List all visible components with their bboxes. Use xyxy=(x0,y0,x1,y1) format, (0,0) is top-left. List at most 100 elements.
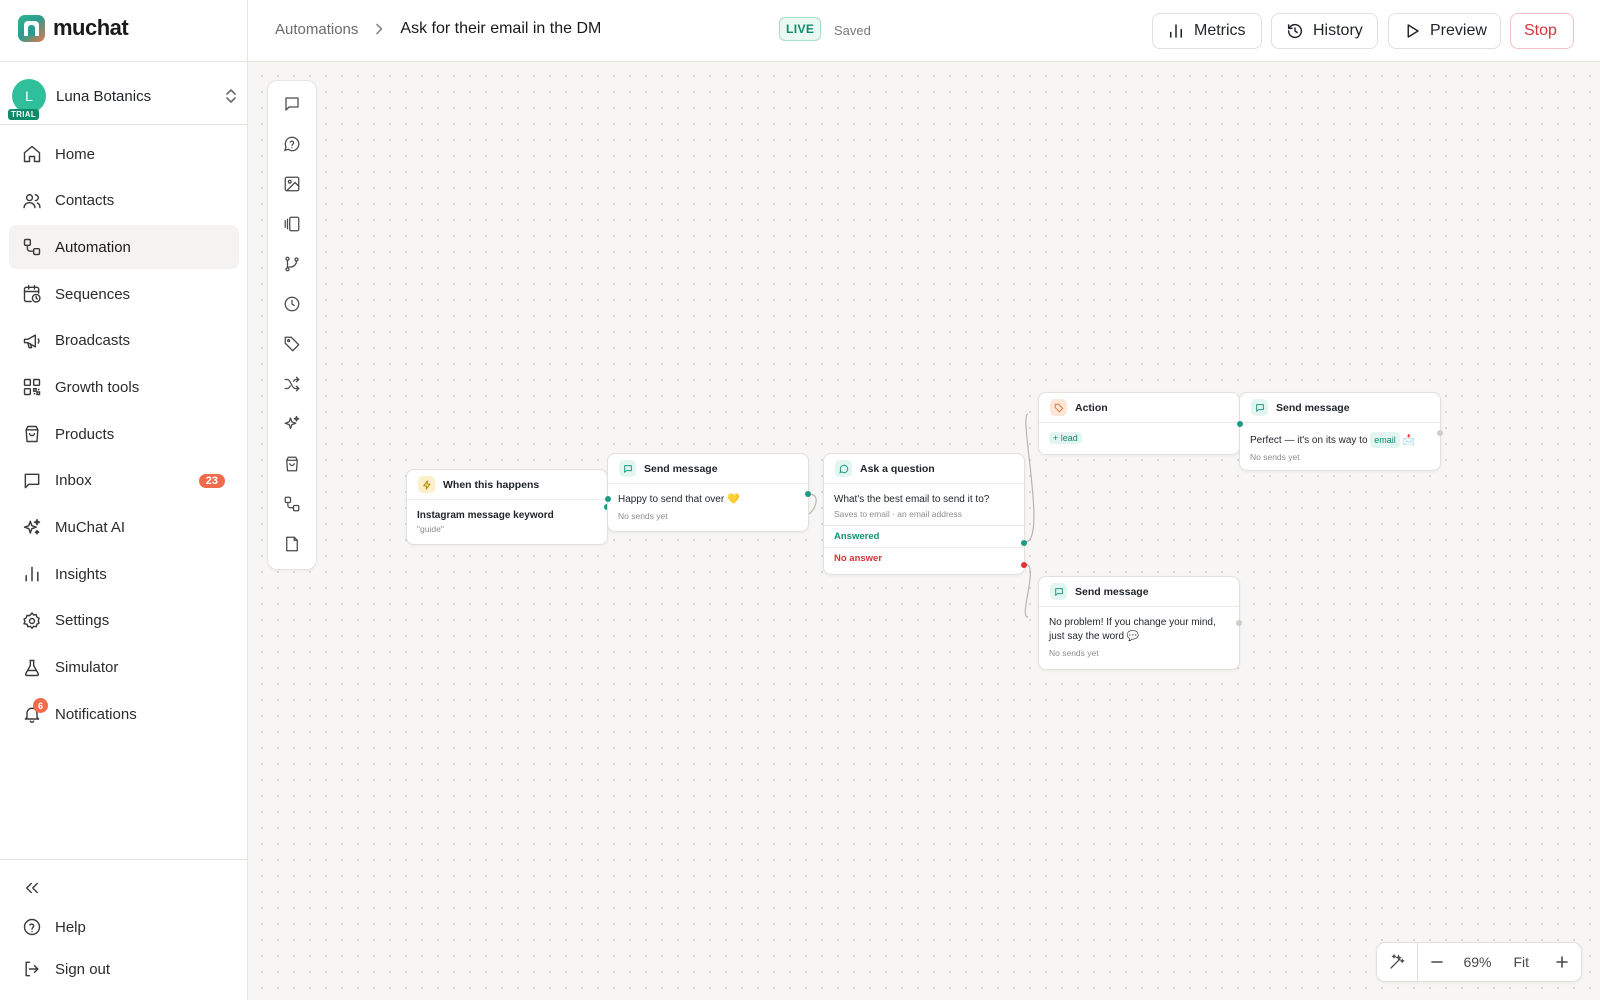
node-header: Action xyxy=(1039,393,1239,423)
node-header: Send message xyxy=(1039,577,1239,607)
help-circle-icon xyxy=(22,917,42,937)
shopping-bag-icon xyxy=(283,455,301,473)
send-message-node[interactable]: Send message Perfect — it's on its way t… xyxy=(1237,392,1443,471)
automation-icon xyxy=(283,495,301,513)
message-text: Happy to send that over 💛 xyxy=(618,494,740,505)
sidebar-item-label: Products xyxy=(55,425,115,443)
sidebar-item-label: Sequences xyxy=(55,285,131,303)
answered-port[interactable] xyxy=(1021,540,1027,546)
divider xyxy=(0,124,248,125)
message-text: Perfect — it's on its way to email 📩 xyxy=(1250,432,1430,448)
message-icon xyxy=(1251,399,1268,416)
sidebar-item-label: Contacts xyxy=(55,192,115,210)
output-port[interactable] xyxy=(1437,430,1443,436)
lightning-icon xyxy=(418,476,435,493)
sidebar-item-home[interactable]: Home xyxy=(9,132,239,176)
sidebar-item-contacts[interactable]: Contacts xyxy=(9,179,239,223)
output-port[interactable] xyxy=(1236,620,1242,626)
add-image-block[interactable] xyxy=(268,164,316,204)
workspace-switcher[interactable]: L TRIAL Luna Botanics xyxy=(8,76,238,120)
message-text: No problem! If you change your mind, jus… xyxy=(1049,617,1216,642)
page-title[interactable]: Ask for their email in the DM xyxy=(400,20,601,38)
auto-layout-button[interactable] xyxy=(1377,943,1418,981)
shuffle-icon xyxy=(283,375,301,393)
metrics-button[interactable]: Metrics xyxy=(1152,13,1262,49)
sidebar-item-label: Home xyxy=(55,145,96,163)
message-icon xyxy=(619,460,636,477)
add-ai-block[interactable] xyxy=(268,404,316,444)
add-condition-block[interactable] xyxy=(268,244,316,284)
add-tag-chip: + lead xyxy=(1049,432,1082,444)
divider xyxy=(0,859,248,860)
message-icon xyxy=(283,95,301,113)
node-title: Send message xyxy=(1276,401,1350,414)
sidebar: muchat L TRIAL Luna Botanics Home Contac… xyxy=(0,0,248,1000)
send-stats: No sends yet xyxy=(618,511,668,521)
sidebar-item-broadcasts[interactable]: Broadcasts xyxy=(9,319,239,363)
answered-branch[interactable]: Answered xyxy=(824,525,1024,547)
ask-question-node[interactable]: Ask a question What's the best email to … xyxy=(823,453,1027,575)
stop-button[interactable]: Stop xyxy=(1510,13,1574,49)
send-message-node[interactable]: Send message Happy to send that over 💛 N… xyxy=(605,453,811,532)
sidebar-item-simulator[interactable]: Simulator xyxy=(9,646,239,690)
sidebar-item-automation[interactable]: Automation xyxy=(9,225,239,270)
question-icon xyxy=(283,135,301,153)
flask-icon xyxy=(22,658,42,678)
add-randomizer-block[interactable] xyxy=(268,364,316,404)
breadcrumb-automations-link[interactable]: Automations xyxy=(275,21,358,38)
add-product-block[interactable] xyxy=(268,444,316,484)
megaphone-icon xyxy=(22,331,42,351)
action-node[interactable]: Action + lead xyxy=(1038,392,1240,455)
sidebar-item-products[interactable]: Products xyxy=(9,412,239,456)
output-port[interactable] xyxy=(805,491,811,497)
sidebar-item-label: MuChat AI xyxy=(55,519,126,536)
add-automation-block[interactable] xyxy=(268,484,316,524)
node-header: Ask a question xyxy=(824,454,1024,484)
node-title: Action xyxy=(1075,401,1108,414)
preview-button[interactable]: Preview xyxy=(1388,13,1501,49)
sidebar-item-inbox[interactable]: Inbox 23 xyxy=(9,459,239,503)
sidebar-item-settings[interactable]: Settings xyxy=(9,599,239,643)
history-label: History xyxy=(1313,22,1363,39)
input-port[interactable] xyxy=(605,496,611,502)
sidebar-item-muchat-ai[interactable]: MuChat AI xyxy=(9,506,239,550)
trial-badge: TRIAL xyxy=(8,109,40,120)
trigger-node[interactable]: When this happens Instagram message keyw… xyxy=(406,469,610,545)
zoom-in-button[interactable] xyxy=(1543,943,1581,981)
sidebar-item-insights[interactable]: Insights xyxy=(9,552,239,596)
sidebar-item-notifications[interactable]: 6 Notifications xyxy=(9,692,239,736)
status-badge: LIVE xyxy=(779,17,822,41)
node-header: Send message xyxy=(608,454,808,484)
history-button[interactable]: History xyxy=(1271,13,1378,49)
collapse-sidebar-button[interactable] xyxy=(9,870,239,906)
sidebar-item-sign-out[interactable]: Sign out xyxy=(9,948,239,990)
add-delay-block[interactable] xyxy=(268,284,316,324)
node-title: Send message xyxy=(1075,585,1149,598)
add-tag-block[interactable] xyxy=(268,324,316,364)
top-bar: Automations Ask for their email in the D… xyxy=(248,0,1600,62)
input-port[interactable] xyxy=(1237,421,1243,427)
calendar-clock-icon xyxy=(22,284,42,304)
fit-view-button[interactable]: Fit xyxy=(1499,954,1543,970)
add-note-block[interactable] xyxy=(268,524,316,564)
zoom-out-button[interactable] xyxy=(1418,943,1456,981)
sidebar-item-label: Simulator xyxy=(55,659,119,677)
sidebar-item-help[interactable]: Help xyxy=(9,906,239,948)
sidebar-item-growth-tools[interactable]: Growth tools xyxy=(9,365,239,409)
app-logo[interactable]: muchat xyxy=(18,14,129,42)
add-carousel-block[interactable] xyxy=(268,204,316,244)
shopping-bag-icon xyxy=(22,424,42,444)
send-message-node[interactable]: Send message No problem! If you change y… xyxy=(1038,576,1242,670)
add-question-block[interactable] xyxy=(268,124,316,164)
sidebar-item-sequences[interactable]: Sequences xyxy=(9,272,239,316)
send-stats: No sends yet xyxy=(1049,648,1099,658)
no-answer-branch[interactable]: No answer xyxy=(824,547,1024,569)
message-square-icon xyxy=(22,471,42,491)
sidebar-bottom: Help Sign out xyxy=(9,870,239,990)
flow-canvas[interactable]: When this happens Instagram message keyw… xyxy=(248,62,1600,1000)
magic-wand-icon xyxy=(1388,953,1406,971)
preview-label: Preview xyxy=(1430,22,1487,39)
logo-mark-icon xyxy=(18,14,45,42)
no-answer-port[interactable] xyxy=(1021,562,1027,568)
add-message-block[interactable] xyxy=(268,84,316,124)
